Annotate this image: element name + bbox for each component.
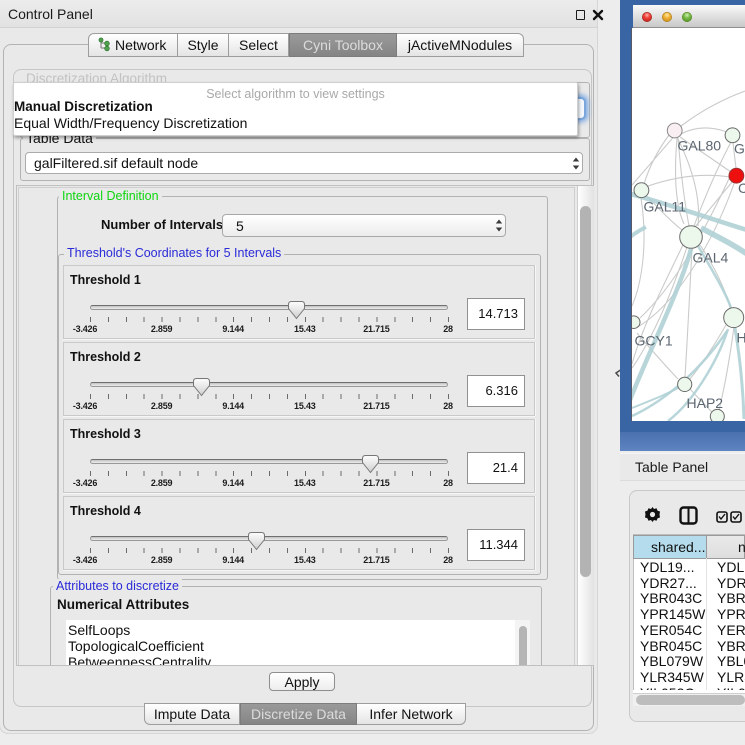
svg-text:GAL11: GAL11 [644, 199, 687, 215]
svg-text:H: H [737, 330, 745, 346]
svg-text:GA: GA [734, 141, 745, 157]
svg-text:GAL4: GAL4 [693, 250, 729, 266]
svg-text:GCY1: GCY1 [635, 332, 673, 348]
svg-text:C: C [738, 180, 745, 196]
svg-text:GAL80: GAL80 [678, 138, 722, 154]
svg-text:HAP2: HAP2 [687, 395, 724, 411]
